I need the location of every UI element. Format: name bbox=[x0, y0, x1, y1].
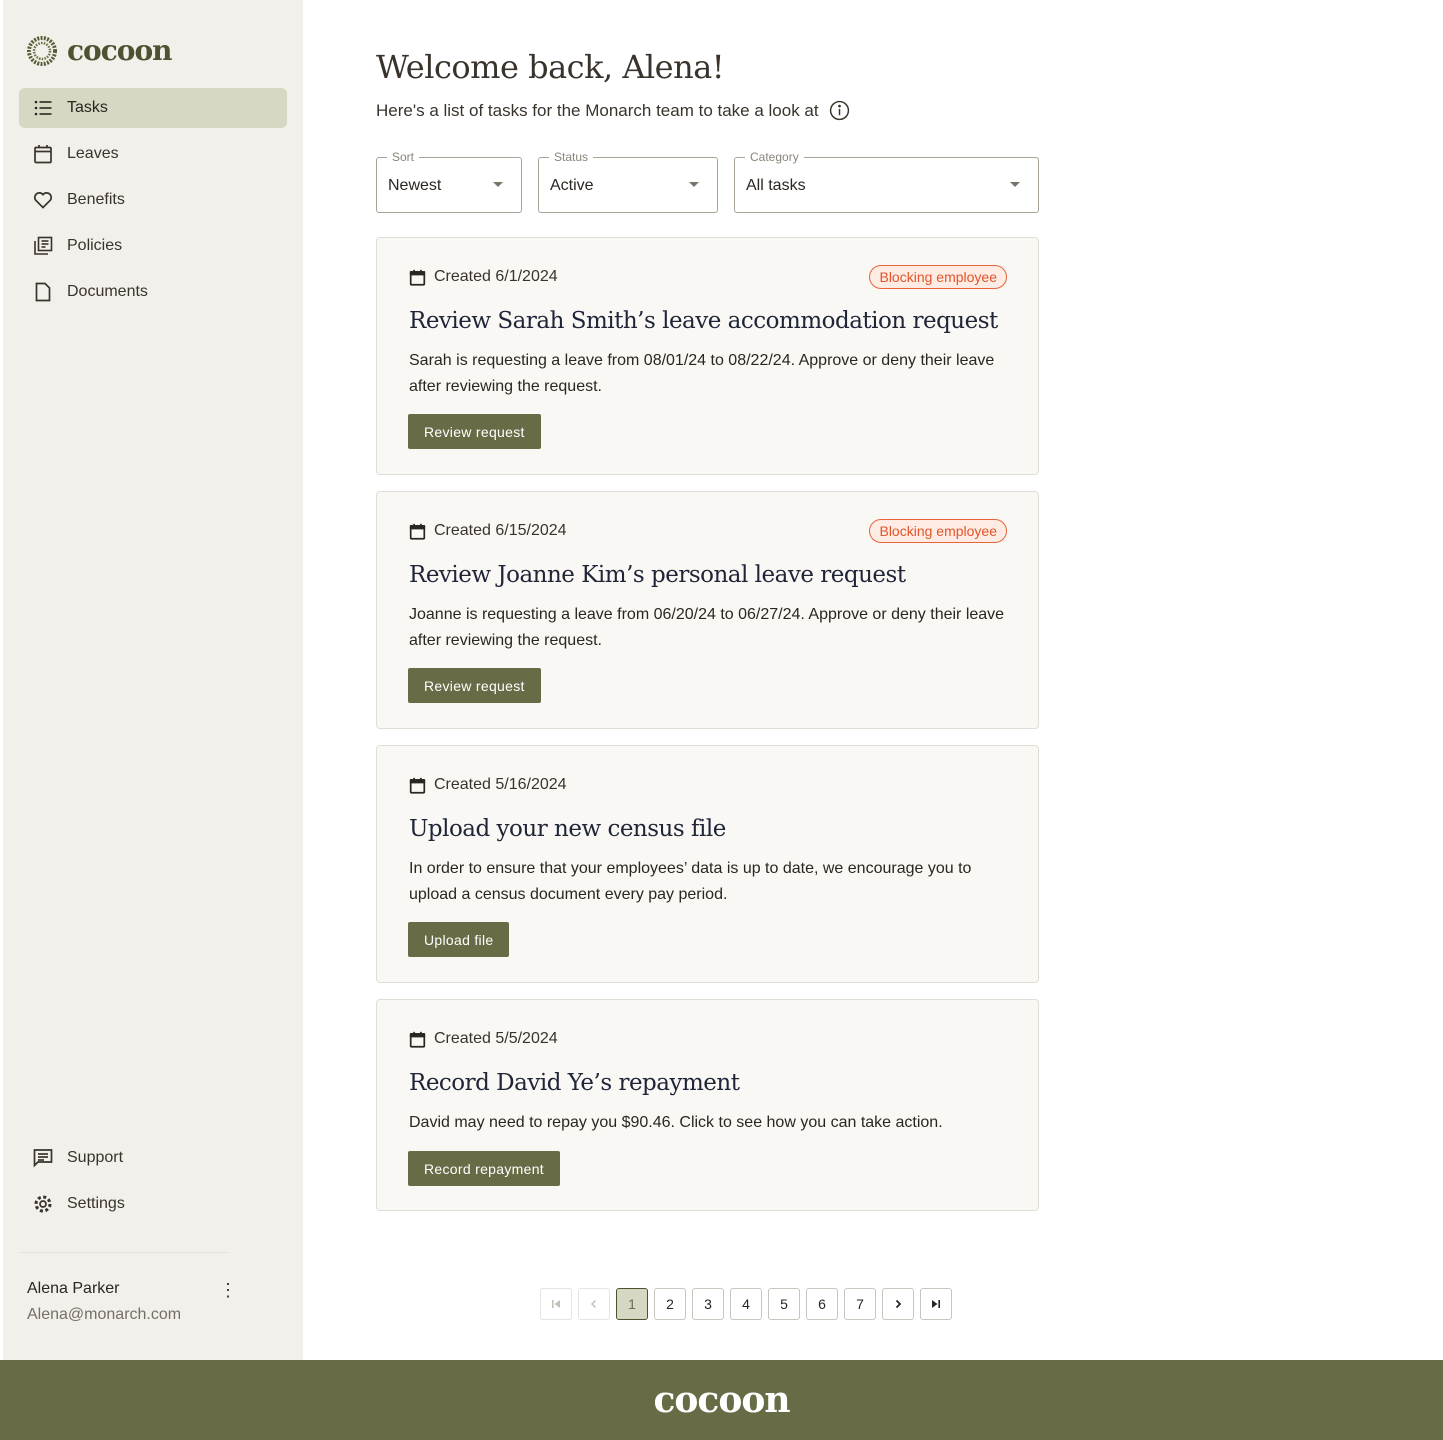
page-button[interactable]: 5 bbox=[768, 1288, 800, 1320]
category-value: All tasks bbox=[746, 177, 806, 194]
status-badge: Blocking employee bbox=[869, 519, 1007, 543]
first-page-icon bbox=[552, 1300, 560, 1308]
sidebar-item-label: Leaves bbox=[67, 145, 119, 162]
document-icon bbox=[35, 282, 51, 302]
task-action-button[interactable]: Record repayment bbox=[408, 1151, 560, 1186]
page-button[interactable]: 1 bbox=[616, 1288, 648, 1320]
page-button[interactable]: 4 bbox=[730, 1288, 762, 1320]
sidebar-bottom-nav: Support Settings bbox=[19, 1138, 287, 1230]
logo[interactable]: cocoon bbox=[27, 34, 172, 67]
sort-label: Sort bbox=[387, 150, 420, 164]
caret-down-icon bbox=[1010, 182, 1020, 187]
sidebar-item-benefits[interactable]: Benefits bbox=[19, 180, 287, 220]
sidebar-item-label: Benefits bbox=[67, 191, 125, 208]
task-action-button[interactable]: Review request bbox=[408, 668, 541, 703]
sort-value: Newest bbox=[388, 177, 442, 194]
task-description: Sarah is requesting a leave from 08/01/2… bbox=[409, 352, 995, 395]
sidebar-item-tasks[interactable]: Tasks bbox=[19, 88, 287, 128]
more-options-icon[interactable]: ⋮ bbox=[219, 1280, 237, 1301]
list-icon bbox=[34, 100, 52, 116]
first-page-button[interactable] bbox=[540, 1288, 572, 1320]
user-email: Alena@monarch.com bbox=[27, 1306, 182, 1323]
gear-icon bbox=[34, 1195, 52, 1213]
created-date: Created 6/15/2024 bbox=[434, 522, 567, 539]
status-label: Status bbox=[549, 150, 594, 164]
calendar-icon bbox=[409, 777, 426, 794]
chat-icon bbox=[33, 1149, 53, 1168]
sort-select[interactable]: Sort Newest bbox=[376, 150, 522, 213]
task-card: Created 5/16/2024 Upload your new census… bbox=[376, 745, 1039, 983]
task-title: Record David Ye’s repayment bbox=[409, 1070, 740, 1096]
page-title: Welcome back, Alena! bbox=[376, 48, 725, 86]
sidebar-item-label: Settings bbox=[67, 1195, 125, 1212]
task-title: Review Sarah Smith’s leave accommodation… bbox=[409, 308, 998, 334]
last-page-icon bbox=[932, 1300, 940, 1308]
task-card: Created 6/15/2024 Blocking employee Revi… bbox=[376, 491, 1039, 729]
chevron-right-icon bbox=[895, 1299, 902, 1309]
chevron-left-icon bbox=[590, 1299, 597, 1309]
page-subtitle: Here's a list of tasks for the Monarch t… bbox=[376, 100, 850, 121]
status-badge: Blocking employee bbox=[869, 265, 1007, 289]
created-date: Created 5/5/2024 bbox=[434, 1030, 558, 1047]
task-description: David may need to repay you $90.46. Clic… bbox=[409, 1114, 943, 1131]
category-select[interactable]: Category All tasks bbox=[734, 150, 1039, 213]
footer-logo: cocoon bbox=[653, 1379, 790, 1421]
pagination: 1234567 bbox=[540, 1288, 952, 1320]
calendar-icon bbox=[34, 145, 52, 164]
page-button[interactable]: 6 bbox=[806, 1288, 838, 1320]
task-title: Review Joanne Kim’s personal leave reque… bbox=[409, 562, 906, 588]
sidebar-item-leaves[interactable]: Leaves bbox=[19, 134, 287, 174]
task-created: Created 5/16/2024 bbox=[409, 776, 567, 794]
sidebar-item-settings[interactable]: Settings bbox=[19, 1184, 287, 1224]
created-date: Created 5/16/2024 bbox=[434, 776, 567, 793]
task-created: Created 6/15/2024 bbox=[409, 522, 567, 540]
task-title: Upload your new census file bbox=[409, 816, 726, 842]
page-button[interactable]: 3 bbox=[692, 1288, 724, 1320]
task-created: Created 6/1/2024 bbox=[409, 268, 558, 286]
task-action-button[interactable]: Review request bbox=[408, 414, 541, 449]
heart-icon bbox=[33, 192, 53, 209]
prev-page-button[interactable] bbox=[578, 1288, 610, 1320]
task-action-button[interactable]: Upload file bbox=[408, 922, 510, 957]
caret-down-icon bbox=[493, 182, 503, 187]
user-name: Alena Parker bbox=[27, 1280, 120, 1297]
divider bbox=[19, 1252, 229, 1253]
page-button[interactable]: 2 bbox=[654, 1288, 686, 1320]
calendar-icon bbox=[409, 269, 426, 286]
page-button[interactable]: 7 bbox=[844, 1288, 876, 1320]
footer: cocoon bbox=[0, 1360, 1443, 1440]
sidebar-nav: Tasks Leaves Benefits Policies Documents bbox=[19, 88, 287, 318]
status-value: Active bbox=[550, 177, 594, 194]
sidebar-item-label: Documents bbox=[67, 283, 148, 300]
calendar-icon bbox=[409, 1031, 426, 1048]
subtitle-text: Here's a list of tasks for the Monarch t… bbox=[376, 100, 819, 120]
sidebar-item-support[interactable]: Support bbox=[19, 1138, 287, 1178]
cocoon-logo-icon bbox=[27, 35, 57, 66]
sidebar-item-documents[interactable]: Documents bbox=[19, 272, 287, 312]
caret-down-icon bbox=[689, 182, 699, 187]
task-card: Created 5/5/2024 Record David Ye’s repay… bbox=[376, 999, 1039, 1211]
user-profile: Alena Parker Alena@monarch.com ⋮ bbox=[27, 1280, 237, 1324]
last-page-button[interactable] bbox=[920, 1288, 952, 1320]
task-created: Created 5/5/2024 bbox=[409, 1030, 558, 1048]
category-label: Category bbox=[745, 150, 804, 164]
task-card: Created 6/1/2024 Blocking employee Revie… bbox=[376, 237, 1039, 475]
logo-text: cocoon bbox=[67, 34, 172, 67]
policies-icon bbox=[34, 236, 53, 255]
calendar-icon bbox=[409, 523, 426, 540]
sidebar-item-label: Tasks bbox=[67, 99, 108, 116]
status-select[interactable]: Status Active bbox=[538, 150, 718, 213]
sidebar-item-label: Support bbox=[67, 1149, 124, 1166]
created-date: Created 6/1/2024 bbox=[434, 268, 558, 285]
next-page-button[interactable] bbox=[882, 1288, 914, 1320]
sidebar: cocoon Tasks Leaves Benefits Policies Do… bbox=[3, 0, 303, 1360]
info-icon[interactable] bbox=[829, 100, 850, 121]
task-description: Joanne is requesting a leave from 06/20/… bbox=[409, 606, 1005, 649]
task-description: In order to ensure that your employees’ … bbox=[409, 860, 972, 903]
sidebar-item-label: Policies bbox=[67, 237, 123, 254]
sidebar-item-policies[interactable]: Policies bbox=[19, 226, 287, 266]
